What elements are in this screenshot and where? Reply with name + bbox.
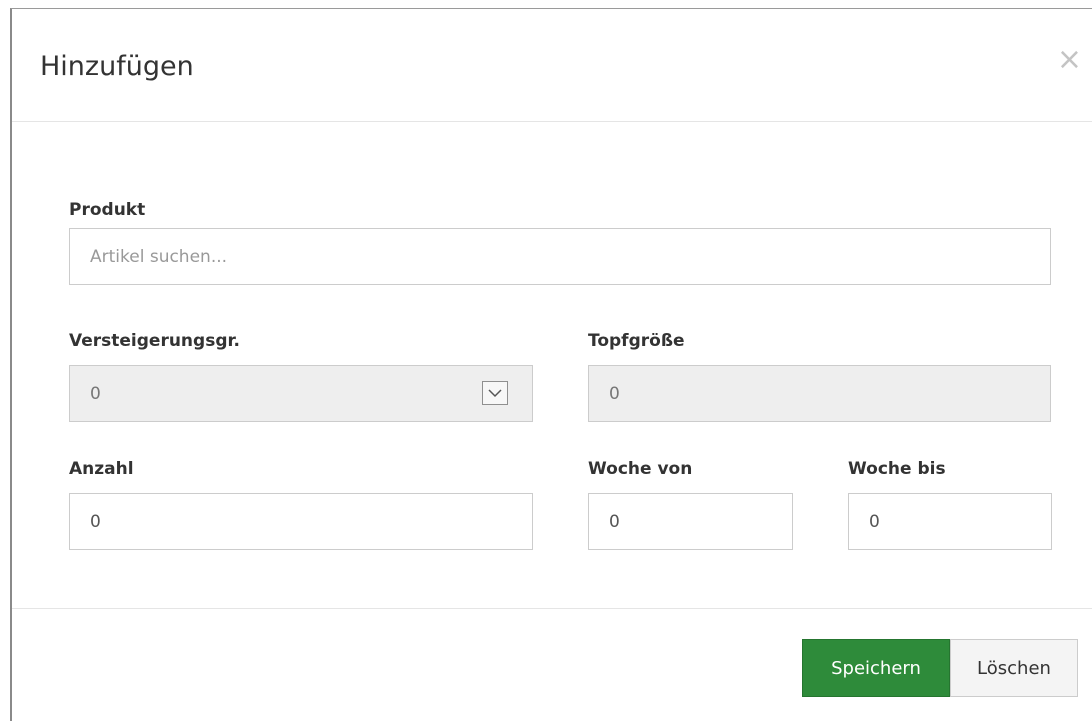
anzahl-label: Anzahl xyxy=(69,459,134,479)
versteigerungsgr-value: 0 xyxy=(90,383,101,404)
anzahl-input[interactable] xyxy=(69,493,533,550)
topfgroesse-label: Topfgröße xyxy=(588,331,685,351)
save-button[interactable]: Speichern xyxy=(802,639,950,697)
modal-footer: Speichern Löschen xyxy=(12,609,1092,723)
close-icon[interactable]: × xyxy=(1057,45,1082,75)
topfgroesse-value: 0 xyxy=(609,383,620,404)
woche-von-label: Woche von xyxy=(588,459,693,479)
add-dialog: Hinzufügen × Produkt Versteigerungsgr. 0… xyxy=(10,8,1092,721)
delete-button[interactable]: Löschen xyxy=(950,639,1078,697)
produkt-label: Produkt xyxy=(69,200,146,220)
versteigerungsgr-label: Versteigerungsgr. xyxy=(69,331,240,351)
modal-body: Produkt Versteigerungsgr. 0 Topfgröße 0 … xyxy=(12,122,1092,609)
modal-header: Hinzufügen × xyxy=(12,9,1092,122)
woche-bis-label: Woche bis xyxy=(848,459,946,479)
topfgroesse-field: 0 xyxy=(588,365,1051,422)
chevron-down-icon[interactable] xyxy=(482,381,508,405)
woche-bis-input[interactable] xyxy=(848,493,1052,550)
versteigerungsgr-select[interactable]: 0 xyxy=(69,365,533,422)
produkt-search-input[interactable] xyxy=(69,228,1051,285)
woche-von-input[interactable] xyxy=(588,493,793,550)
modal-title: Hinzufügen xyxy=(40,51,194,82)
